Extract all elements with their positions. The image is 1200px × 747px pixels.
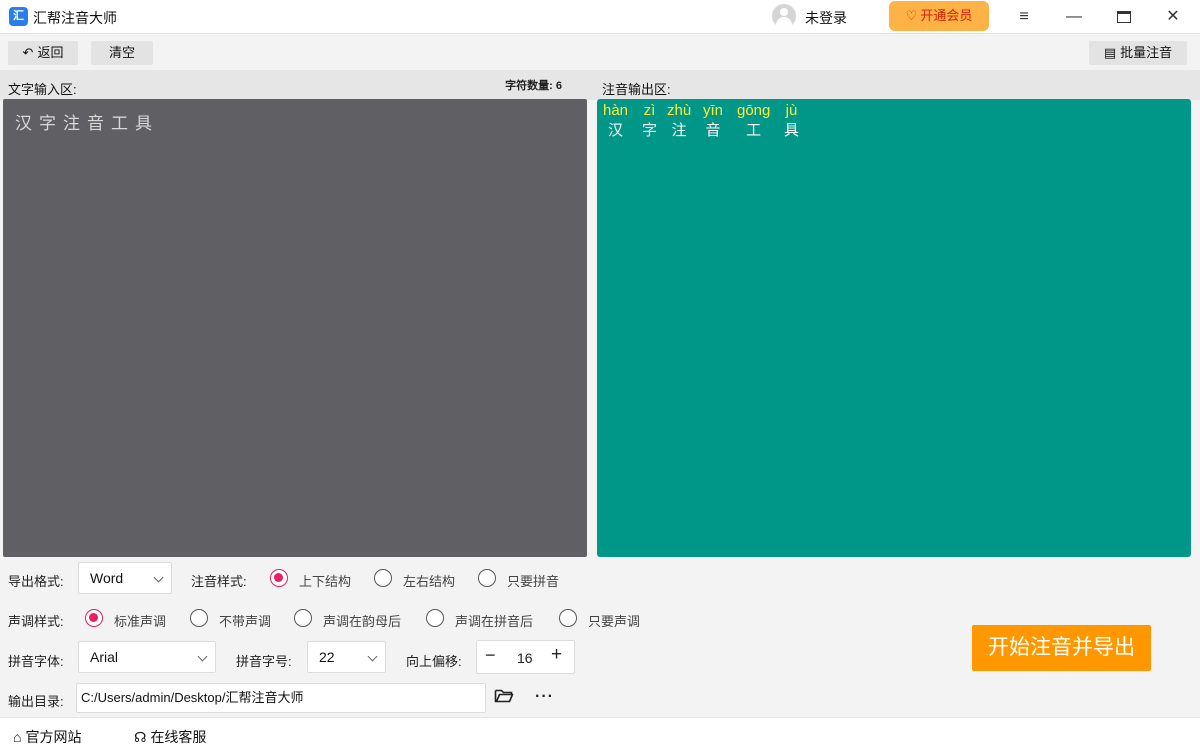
radio-icon xyxy=(374,569,392,587)
ruby-char: hàn 汉 xyxy=(603,102,628,141)
maximize-icon[interactable] xyxy=(1109,3,1139,31)
radio-label: 声调在韵母后 xyxy=(323,614,402,629)
radio-label: 标准声调 xyxy=(114,614,167,629)
more-options-icon[interactable]: ··· xyxy=(535,688,554,706)
online-service-link[interactable]: ☊ 在线客服 xyxy=(134,727,206,747)
radio-label: 左右结构 xyxy=(403,574,456,589)
offset-value: 16 xyxy=(517,650,533,666)
radio-icon xyxy=(478,569,496,587)
radio-label: 上下结构 xyxy=(299,574,352,589)
ruby-char: jù 具 xyxy=(784,102,799,141)
output-dir-input[interactable]: C:/Users/admin/Desktop/汇帮注音大师 xyxy=(76,683,486,713)
char-count-value: 6 xyxy=(555,80,562,92)
folder-open-icon[interactable] xyxy=(494,688,514,704)
back-button[interactable]: ↶ 返回 xyxy=(8,41,78,65)
login-link[interactable]: 未登录 xyxy=(805,8,847,28)
pinyin-size-label: 拼音字号: xyxy=(236,654,292,669)
annotation-style-label: 注音样式: xyxy=(191,574,247,589)
pinyin-text: jù xyxy=(785,102,798,119)
menu-icon[interactable]: ≡ xyxy=(1009,3,1039,31)
vip-button[interactable]: ♡ 开通会员 xyxy=(889,1,989,31)
output-panel-header: 注音输出区: xyxy=(592,70,1200,100)
radio-label: 只要拼音 xyxy=(507,574,560,589)
tone-style-label: 声调样式: xyxy=(8,614,64,629)
pinyin-size-select[interactable]: 22 xyxy=(307,641,386,673)
chevron-down-icon xyxy=(367,651,378,662)
title-bar: 汇 汇帮注音大师 未登录 ♡ 开通会员 ≡ — ✕ xyxy=(0,0,1200,34)
pinyin-output-area: hàn 汉 zì 字 zhù 注 yīn 音 gōng 工 jù 具 xyxy=(597,99,1191,557)
export-format-label: 导出格式: xyxy=(8,574,64,589)
pinyin-text: zhù xyxy=(667,102,692,119)
user-avatar-icon[interactable] xyxy=(772,4,796,28)
hanzi-text: 工 xyxy=(746,121,762,139)
export-format-value: Word xyxy=(90,570,124,586)
pinyin-font-label: 拼音字体: xyxy=(8,654,64,669)
diamond-icon: ♡ xyxy=(905,8,918,23)
start-export-button[interactable]: 开始注音并导出 xyxy=(972,625,1151,671)
vip-label: 开通会员 xyxy=(920,8,973,23)
text-input-area[interactable]: 汉字注音工具 xyxy=(3,99,587,557)
radio-icon xyxy=(559,609,577,627)
minus-icon[interactable]: − xyxy=(485,645,496,666)
chevron-down-icon xyxy=(197,651,208,662)
pinyin-font-select[interactable]: Arial xyxy=(78,641,216,673)
back-label: 返回 xyxy=(37,45,64,60)
input-panel-header: 文字输入区: 字符数量: 6 xyxy=(0,70,592,100)
pinyin-size-value: 22 xyxy=(319,649,335,665)
batch-annotate-button[interactable]: ▤ 批量注音 xyxy=(1089,41,1187,65)
output-dir-label: 输出目录: xyxy=(8,694,64,709)
ruby-char: yīn 音 xyxy=(703,102,723,141)
official-site-link[interactable]: ⌂ 官方网站 xyxy=(13,727,81,747)
radio-icon xyxy=(294,609,312,627)
batch-label: 批量注音 xyxy=(1120,45,1173,60)
back-arrow-icon: ↶ xyxy=(22,45,34,60)
radio-icon xyxy=(426,609,444,627)
plus-icon[interactable]: + xyxy=(551,644,562,666)
toolbar: ↶ 返回 清空 ▤ 批量注音 xyxy=(0,35,1200,70)
hanzi-text: 音 xyxy=(705,121,721,139)
minimize-icon[interactable]: — xyxy=(1059,3,1089,31)
pinyin-text: zì xyxy=(643,102,656,119)
radio-selected-icon xyxy=(85,609,103,627)
radio-label: 不带声调 xyxy=(219,614,272,629)
pinyin-text: hàn xyxy=(603,102,629,119)
hanzi-text: 注 xyxy=(671,121,687,139)
offset-label: 向上偏移: xyxy=(406,654,462,669)
export-format-select[interactable]: Word xyxy=(78,562,172,594)
chevron-down-icon xyxy=(153,572,164,583)
offset-stepper[interactable]: − 16 + xyxy=(476,640,575,674)
clear-button[interactable]: 清空 xyxy=(91,41,153,65)
home-icon: ⌂ xyxy=(13,729,22,745)
ruby-char: zì 字 xyxy=(642,102,657,141)
headset-icon: ☊ xyxy=(134,729,147,745)
close-icon[interactable]: ✕ xyxy=(1158,3,1188,31)
ruby-char: zhù 注 xyxy=(667,102,691,141)
output-panel-label: 注音输出区: xyxy=(602,82,671,97)
ruby-char: gōng 工 xyxy=(737,102,770,141)
pinyin-text: yīn xyxy=(703,102,724,119)
hanzi-text: 具 xyxy=(784,121,800,139)
app-logo-icon: 汇 xyxy=(9,7,28,26)
input-panel-label: 文字输入区: xyxy=(8,82,77,97)
hanzi-text: 字 xyxy=(642,121,658,139)
input-text[interactable]: 汉字注音工具 xyxy=(15,109,159,134)
radio-selected-icon xyxy=(270,569,288,587)
radio-label: 只要声调 xyxy=(588,614,641,629)
footer: ⌂ 官方网站 ☊ 在线客服 xyxy=(0,717,1200,747)
radio-label: 声调在拼音后 xyxy=(455,614,534,629)
char-count-label: 字符数量: xyxy=(505,80,553,92)
char-count: 字符数量: 6 xyxy=(505,77,562,93)
online-service-label: 在线客服 xyxy=(150,729,207,745)
document-icon: ▤ xyxy=(1103,45,1117,60)
pinyin-text: gōng xyxy=(737,102,771,119)
hanzi-text: 汉 xyxy=(608,121,624,139)
pinyin-font-value: Arial xyxy=(90,649,119,665)
radio-icon xyxy=(190,609,208,627)
app-title: 汇帮注音大师 xyxy=(33,10,117,26)
official-site-label: 官方网站 xyxy=(25,729,82,745)
